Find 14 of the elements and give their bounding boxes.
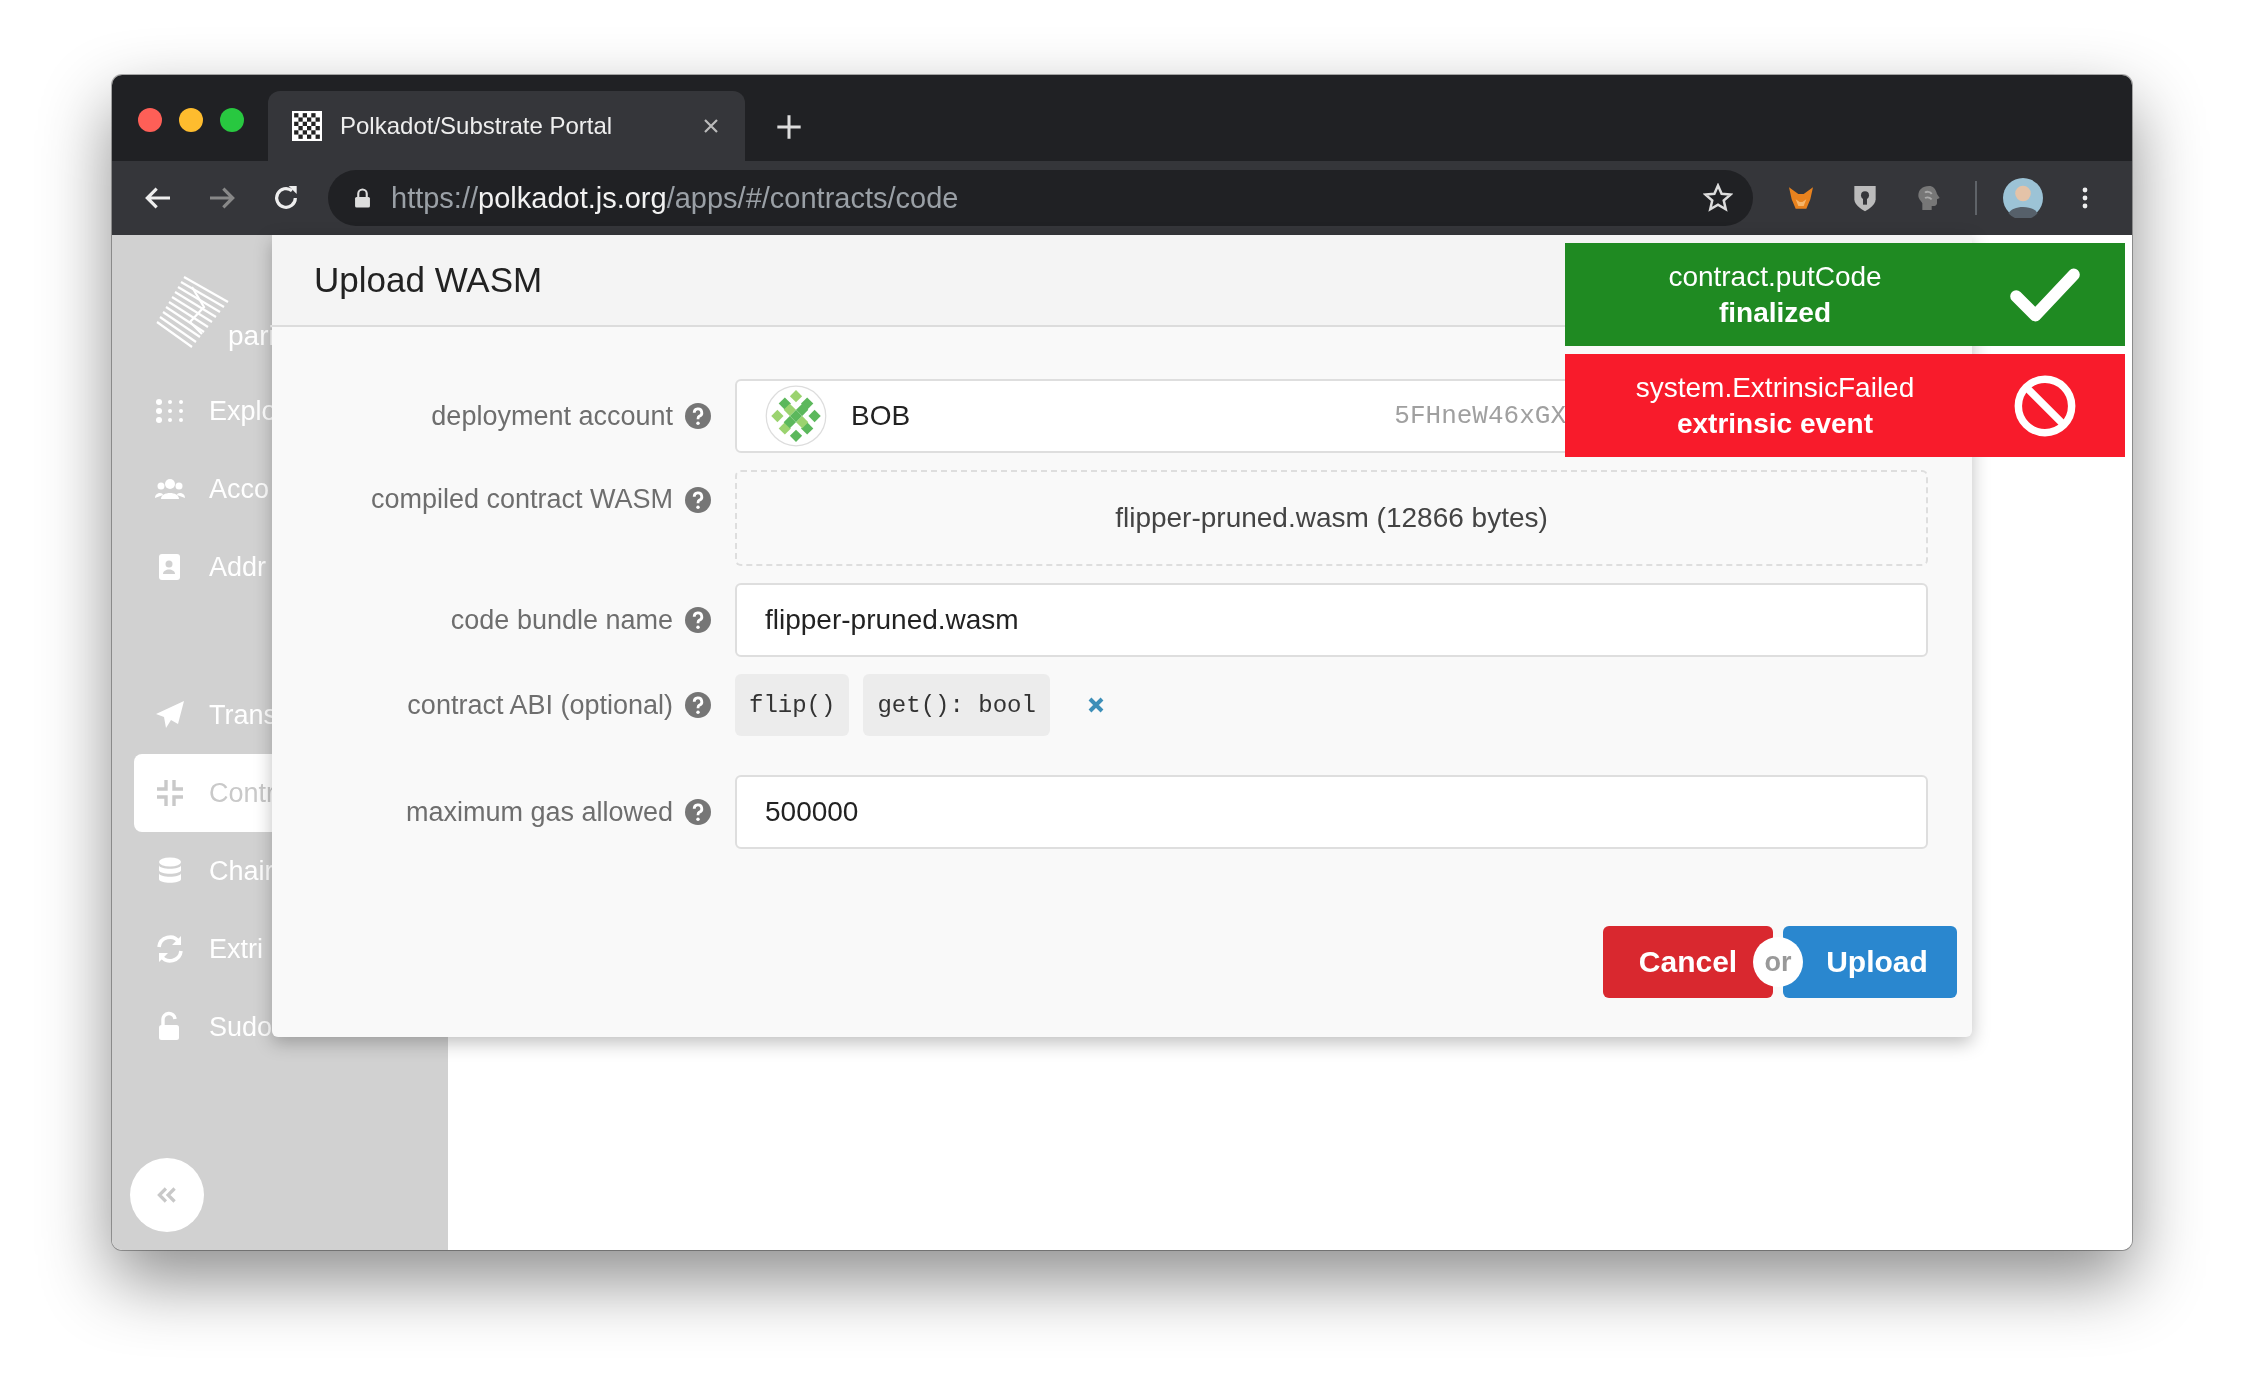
- notification-status: extrinsic event: [1676, 407, 1874, 440]
- dialog-title: Upload WASM: [314, 260, 543, 300]
- url-text: https://polkadot.js.org/apps/#/contracts/code: [391, 181, 960, 215]
- abi-message-tag: get(): bool: [863, 674, 1050, 736]
- abi-message-tag: flip(): [735, 674, 850, 736]
- field-label: deployment account: [431, 400, 673, 432]
- field-label: compiled contract WASM: [370, 484, 673, 515]
- notification-status: finalized: [1719, 296, 1831, 329]
- notification-title: contract.putCode: [1668, 260, 1882, 293]
- field-label: contract ABI (optional): [407, 689, 673, 721]
- account-address: 5FHneW46xGX: [1394, 401, 1566, 431]
- tab-title: Polkadot/Substrate Portal: [340, 112, 614, 140]
- field-label: maximum gas allowed: [405, 796, 673, 828]
- field-label: code bundle name: [450, 604, 673, 636]
